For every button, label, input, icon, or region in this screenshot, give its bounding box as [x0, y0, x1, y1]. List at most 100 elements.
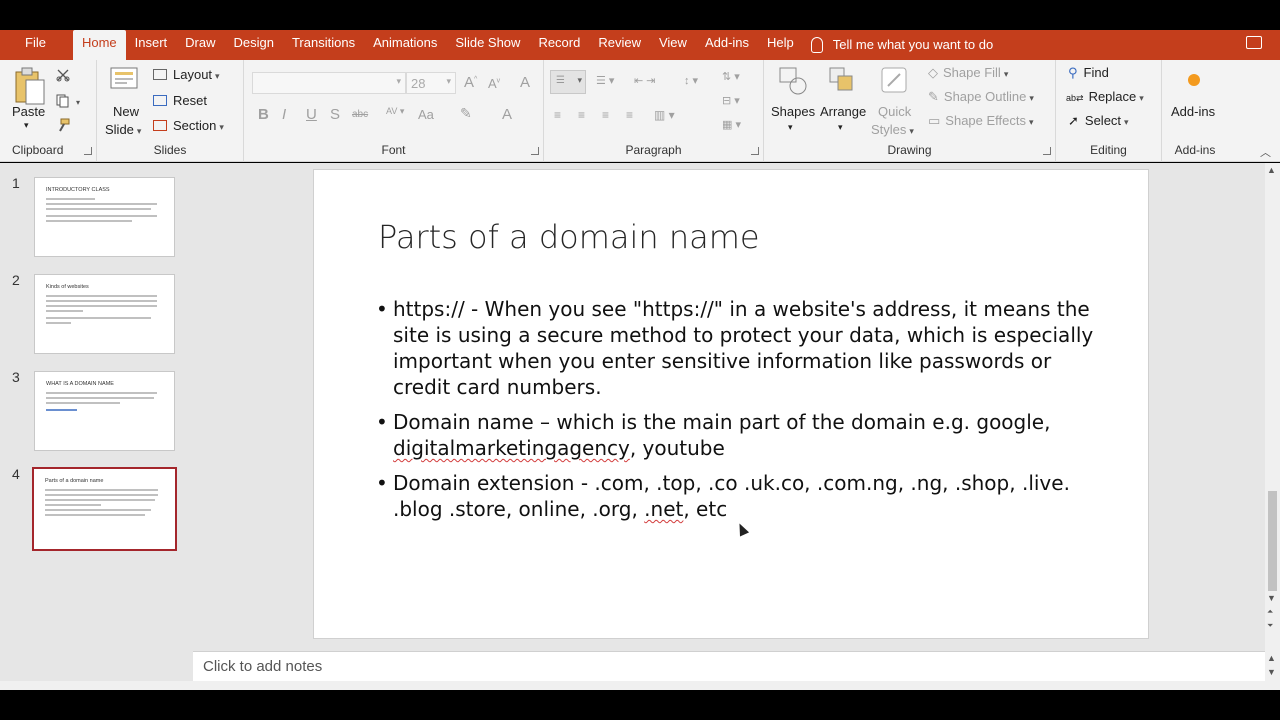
notes-pane[interactable]: Click to add notes	[193, 651, 1265, 681]
previous-slide-icon[interactable]: ⏶	[1267, 607, 1273, 617]
quick-styles-button[interactable]: Styles ▾	[871, 122, 914, 137]
font-name-box[interactable]: ▾	[252, 72, 406, 94]
highlight-icon[interactable]: ✎	[460, 105, 472, 122]
notes-scroll-down-icon[interactable]: ▼	[1267, 667, 1276, 677]
shape-fill-button[interactable]: ◇ Shape Fill ▾	[928, 65, 1008, 81]
reset-button[interactable]: Reset	[153, 93, 207, 108]
arrange-dropdown-icon[interactable]: ▾	[838, 122, 843, 133]
text-direction-icon[interactable]: ⇅ ▾	[722, 70, 740, 83]
tab-help[interactable]: Help	[758, 30, 803, 60]
shape-outline-button[interactable]: ✎ Shape Outline ▾	[928, 89, 1034, 105]
numbering-icon[interactable]: ☰ ▾	[596, 74, 614, 87]
slide-title[interactable]: Parts of a domain name	[378, 218, 760, 256]
underline-button[interactable]: U	[306, 106, 317, 123]
bullet-domain-name-tail: , youtube	[629, 436, 725, 460]
section-button[interactable]: Section ▾	[153, 118, 224, 133]
thumb-line	[46, 322, 71, 324]
shape-fill-dropdown-icon: ▾	[1003, 69, 1009, 79]
justify-icon[interactable]: ≡	[626, 108, 633, 122]
ribbon: Paste ▾ ▾ Clipboard New Slide ▾ Layout ▾ R…	[0, 60, 1280, 162]
slide-thumbnail-pane: 1 INTRODUCTORY CLASS 2 Kinds of websites…	[0, 163, 193, 681]
indent-icons[interactable]: ⇤ ⇥	[634, 74, 656, 87]
smartart-icon[interactable]: ▦ ▾	[722, 118, 741, 131]
drawing-launcher-icon[interactable]	[1043, 147, 1051, 155]
replace-button[interactable]: ab⇄ Replace ▾	[1066, 89, 1144, 104]
thumb-line	[46, 208, 151, 210]
thumb-line	[46, 317, 151, 319]
font-size-box[interactable]: 28 ▾	[406, 72, 456, 94]
slide-thumbnail-3[interactable]: WHAT IS A DOMAIN NAME	[34, 371, 175, 451]
italic-button[interactable]: I	[282, 106, 286, 123]
tab-file[interactable]: File	[16, 30, 55, 60]
line-spacing-icon[interactable]: ↕ ▾	[684, 74, 698, 87]
bullet-list[interactable]: https:// - When you see "https://" in a …	[376, 296, 1096, 531]
bold-button[interactable]: B	[258, 106, 269, 123]
tab-home[interactable]: Home	[72, 30, 126, 60]
arrange-button[interactable]: Arrange	[820, 104, 866, 119]
change-case-button[interactable]: Aa	[418, 107, 434, 122]
bullets-button[interactable]: ☰ ▾	[550, 70, 586, 94]
paste-dropdown-icon[interactable]: ▾	[24, 120, 29, 131]
scrollbar-thumb[interactable]	[1268, 491, 1277, 591]
format-painter-icon[interactable]	[56, 118, 70, 132]
tab-add-ins[interactable]: Add-ins	[696, 30, 758, 60]
quick-styles-label-1[interactable]: Quick	[878, 104, 911, 119]
shadow-button[interactable]: S	[330, 106, 340, 123]
collapse-ribbon-icon[interactable]: ︿	[1260, 144, 1271, 160]
columns-icon[interactable]: ▥ ▾	[654, 108, 675, 122]
reset-label: Reset	[173, 93, 207, 108]
thumb-title-2: Kinds of websites	[46, 284, 89, 290]
slides-group: New Slide ▾ Layout ▾ Reset Section ▾ Slides	[97, 60, 244, 162]
select-label: Select	[1084, 113, 1122, 128]
slide-thumbnail-4[interactable]: Parts of a domain name	[32, 467, 177, 551]
tab-design[interactable]: Design	[225, 30, 283, 60]
font-launcher-icon[interactable]	[531, 147, 539, 155]
tab-view[interactable]: View	[650, 30, 696, 60]
new-slide-button[interactable]: Slide ▾	[105, 122, 141, 137]
notes-scrollbar[interactable]: ▲ ▼	[1265, 651, 1280, 681]
align-right-icon[interactable]: ≡	[602, 108, 609, 122]
shape-effects-button[interactable]: ▭ Shape Effects ▾	[928, 113, 1034, 129]
tab-slide-show[interactable]: Slide Show	[446, 30, 529, 60]
copy-icon[interactable]: ▾	[56, 94, 84, 108]
tab-transitions[interactable]: Transitions	[283, 30, 364, 60]
paste-button[interactable]: Paste	[12, 104, 45, 119]
layout-button[interactable]: Layout ▾	[153, 67, 220, 82]
increase-font-icon[interactable]: A^	[464, 74, 477, 91]
find-button[interactable]: ⚲ Find	[1068, 65, 1109, 81]
align-text-icon[interactable]: ⊟ ▾	[722, 94, 740, 107]
next-slide-icon[interactable]: ⏷	[1267, 621, 1273, 631]
slide-thumbnail-1[interactable]: INTRODUCTORY CLASS	[34, 177, 175, 257]
slide-scrollbar[interactable]: ▲ ▼ ⏶ ⏷	[1265, 163, 1280, 651]
tab-insert[interactable]: Insert	[126, 30, 177, 60]
tab-record[interactable]: Record	[529, 30, 589, 60]
slide-thumbnail-2[interactable]: Kinds of websites	[34, 274, 175, 354]
shapes-dropdown-icon[interactable]: ▾	[788, 122, 793, 133]
thumb-line	[46, 198, 96, 200]
spacing-dropdown-icon[interactable]: AV ▾	[386, 106, 404, 117]
tab-animations[interactable]: Animations	[364, 30, 446, 60]
shapes-button[interactable]: Shapes	[771, 104, 815, 119]
tab-review[interactable]: Review	[589, 30, 650, 60]
clipboard-launcher-icon[interactable]	[84, 147, 92, 155]
font-color-button[interactable]: A	[502, 106, 512, 123]
paragraph-launcher-icon[interactable]	[751, 147, 759, 155]
new-slide-label-1[interactable]: New	[113, 104, 139, 119]
slide-canvas[interactable]: Parts of a domain name https:// - When y…	[313, 169, 1149, 639]
align-left-icon[interactable]: ≡	[554, 108, 561, 122]
cut-icon[interactable]	[56, 68, 70, 82]
tell-me-box[interactable]: Tell me what you want to do	[810, 30, 993, 60]
clear-formatting-icon[interactable]: A	[520, 74, 530, 91]
thumb-line	[46, 305, 157, 307]
align-center-icon[interactable]: ≡	[578, 108, 585, 122]
add-ins-button[interactable]: Add-ins	[1171, 104, 1215, 119]
scroll-up-icon[interactable]: ▲	[1267, 165, 1276, 175]
scroll-down-icon[interactable]: ▼	[1267, 593, 1276, 603]
bullet-domain-extension-text: Domain extension - .com, .top, .co .uk.c…	[393, 471, 1070, 521]
decrease-font-icon[interactable]: Av	[488, 76, 500, 91]
notes-scroll-up-icon[interactable]: ▲	[1267, 653, 1276, 663]
strikethrough-button[interactable]: abc	[352, 109, 368, 120]
comments-icon[interactable]	[1246, 36, 1262, 49]
tab-draw[interactable]: Draw	[176, 30, 224, 60]
select-button[interactable]: ➚ Select ▾	[1068, 113, 1129, 129]
